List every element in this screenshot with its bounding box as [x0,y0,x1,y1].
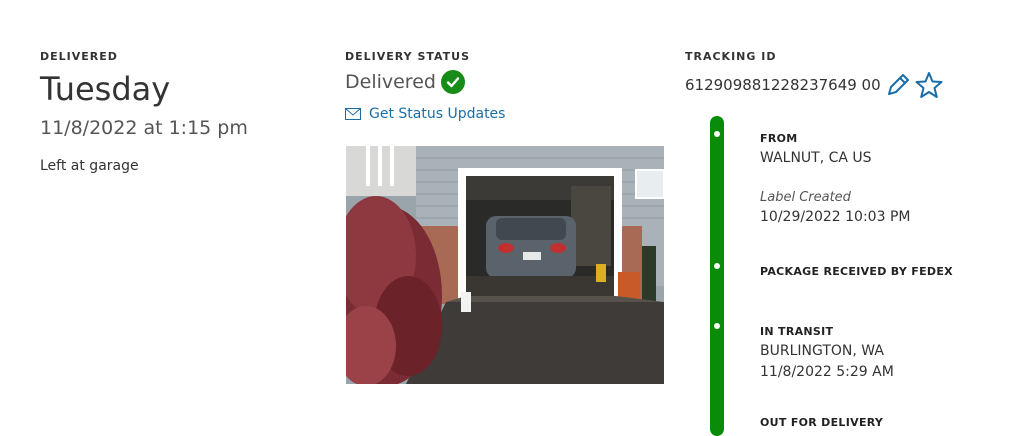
delivery-status-row: Delivered [345,70,465,94]
timeline-from-time: 10/29/2022 10:03 PM [760,209,911,225]
delivery-status-text: Delivered [345,71,436,93]
get-status-updates-label: Get Status Updates [369,106,506,122]
delivery-datetime: 11/8/2022 at 1:15 pm [40,117,248,139]
timeline-transit-location: BURLINGTON, WA [760,343,884,359]
timeline-transit-time: 11/8/2022 5:29 AM [760,364,894,380]
tracking-id-label: TRACKING ID [685,50,777,63]
timeline-dot [714,263,720,269]
pencil-icon[interactable] [885,72,911,98]
star-icon[interactable] [915,71,943,99]
timeline-heading-out-for-delivery: OUT FOR DELIVERY [760,416,884,429]
tracking-id-value: 612909881228237649 00 [685,76,881,94]
tracking-timeline-bar [710,116,724,436]
timeline-heading-in-transit: IN TRANSIT [760,325,834,338]
delivery-day: Tuesday [40,70,171,108]
delivery-status-label: DELIVERY STATUS [345,50,471,63]
delivery-note: Left at garage [40,158,139,174]
timeline-dot [714,131,720,137]
get-status-updates-link[interactable]: Get Status Updates [345,106,505,122]
check-circle-icon [440,70,465,94]
tracking-id-row: 612909881228237649 00 [685,71,943,99]
timeline-from-location: WALNUT, CA US [760,150,872,166]
timeline-heading-from: FROM [760,132,798,145]
delivery-photo[interactable] [346,146,664,384]
timeline-heading-received: PACKAGE RECEIVED BY FEDEX [760,265,953,278]
timeline-dot [714,323,720,329]
timeline-label-created: Label Created [760,190,851,205]
envelope-icon [345,108,361,120]
delivered-label: DELIVERED [40,50,118,63]
